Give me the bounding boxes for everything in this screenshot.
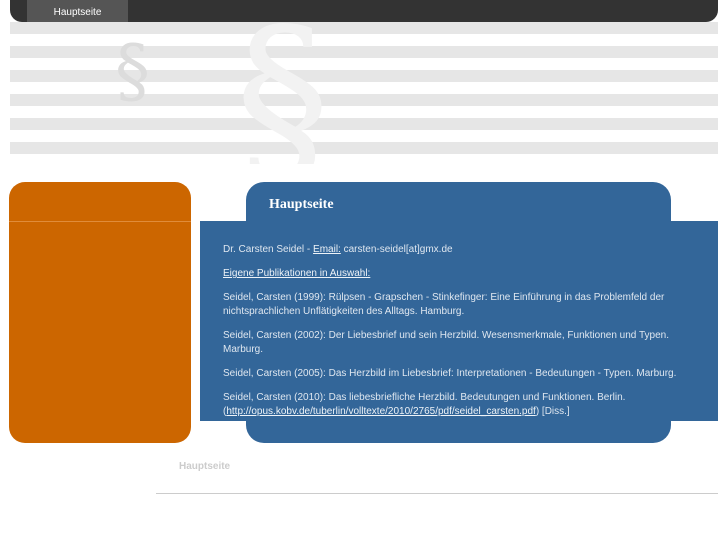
paragraph-icon: § [115, 30, 150, 112]
publication-4: Seidel, Carsten (2010): Das liebesbriefl… [223, 391, 693, 419]
publication-4-link[interactable]: http://opus.kobv.de/tuberlin/volltexte/2… [226, 406, 535, 417]
page-title: Hauptseite [269, 197, 334, 212]
nav-marker-icon: ✦ [27, 0, 128, 2]
email-link[interactable]: Email: [313, 244, 341, 255]
publication-3: Seidel, Carsten (2005): Das Herzbild im … [223, 368, 677, 379]
contact-line: Dr. Carsten Seidel - Email: carsten-seid… [223, 243, 693, 257]
nav-tab-label: Hauptseite [53, 7, 102, 18]
publication-2: Seidel, Carsten (2002): Der Liebesbrief … [223, 330, 669, 355]
header-banner: § § [10, 22, 718, 164]
nav-tab-hauptseite[interactable]: ✦ Hauptseite [27, 0, 128, 22]
sidebar-divider [9, 221, 191, 222]
paragraph-watermark-icon: § [235, 22, 330, 164]
publications-heading: Eigene Publikationen in Auswahl: [223, 267, 693, 281]
footer-link-hauptseite[interactable]: Hauptseite [179, 461, 230, 472]
contact-name: Dr. Carsten Seidel - [223, 244, 314, 255]
publications-link[interactable]: Eigene Publikationen in Auswahl: [223, 268, 370, 279]
publication-4-suffix: ) [Diss.] [535, 406, 570, 417]
content-text: Dr. Carsten Seidel - Email: carsten-seid… [223, 243, 693, 429]
publication-1: Seidel, Carsten (1999): Rülpsen - Grapsc… [223, 292, 665, 317]
email-value: carsten-seidel[at]gmx.de [340, 244, 453, 255]
footer-divider [156, 493, 718, 494]
